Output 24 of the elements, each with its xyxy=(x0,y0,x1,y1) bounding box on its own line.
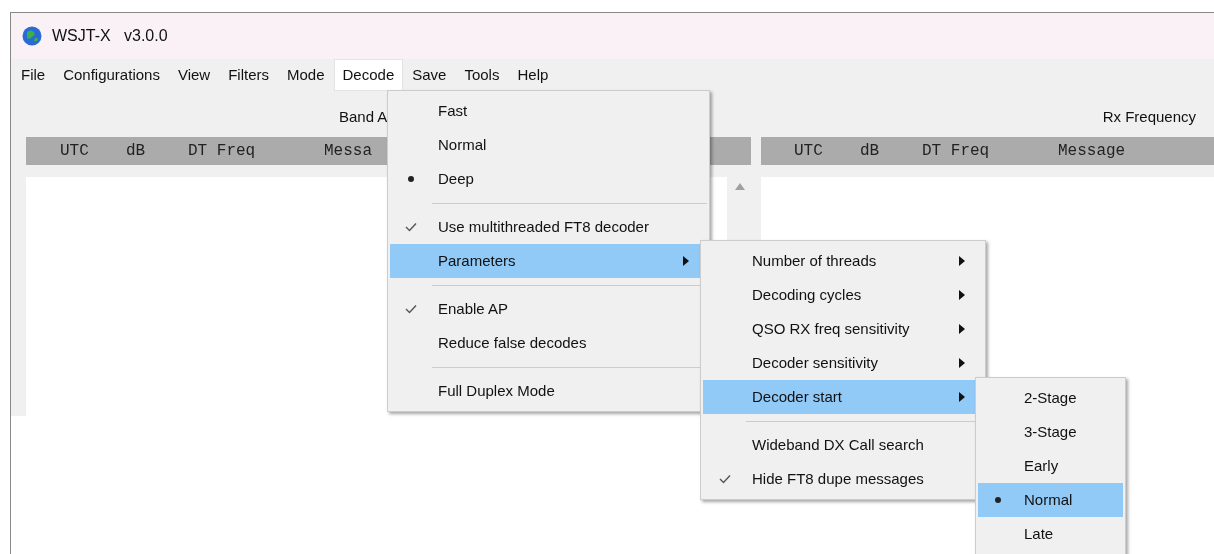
menu-item[interactable]: 3-Stage xyxy=(978,415,1123,449)
column-header: Message xyxy=(1058,141,1127,162)
globe-icon xyxy=(22,26,42,46)
menu-item[interactable]: Use multithreaded FT8 decoder xyxy=(390,210,707,244)
menu-item[interactable]: QSO RX freq sensitivity xyxy=(703,312,983,346)
menu-item[interactable]: Deep xyxy=(390,162,707,196)
column-header: dB xyxy=(860,141,881,162)
menu-item[interactable]: Decoding cycles xyxy=(703,278,983,312)
menu-item[interactable]: Late xyxy=(978,517,1123,551)
scroll-up-icon[interactable] xyxy=(735,183,745,190)
column-header: UTC xyxy=(794,141,824,162)
menu-item[interactable]: Normal xyxy=(390,128,707,162)
menu-item[interactable]: Fast xyxy=(390,94,707,128)
column-header: dB xyxy=(126,141,147,162)
column-header: Messa xyxy=(324,141,373,162)
panel-title: Rx Frequency xyxy=(1102,107,1196,127)
column-header: DT Freq xyxy=(922,141,991,162)
menu-bar-item[interactable]: Decode xyxy=(333,59,404,91)
menu-item[interactable]: Normal xyxy=(978,483,1123,517)
panel-title: Band A xyxy=(339,107,388,127)
column-header: DT Freq xyxy=(188,141,257,162)
column-header: UTC xyxy=(60,141,90,162)
window-title: WSJT-X v3.0.0 xyxy=(52,26,168,46)
menu-item[interactable]: Decoder sensitivity xyxy=(703,346,983,380)
